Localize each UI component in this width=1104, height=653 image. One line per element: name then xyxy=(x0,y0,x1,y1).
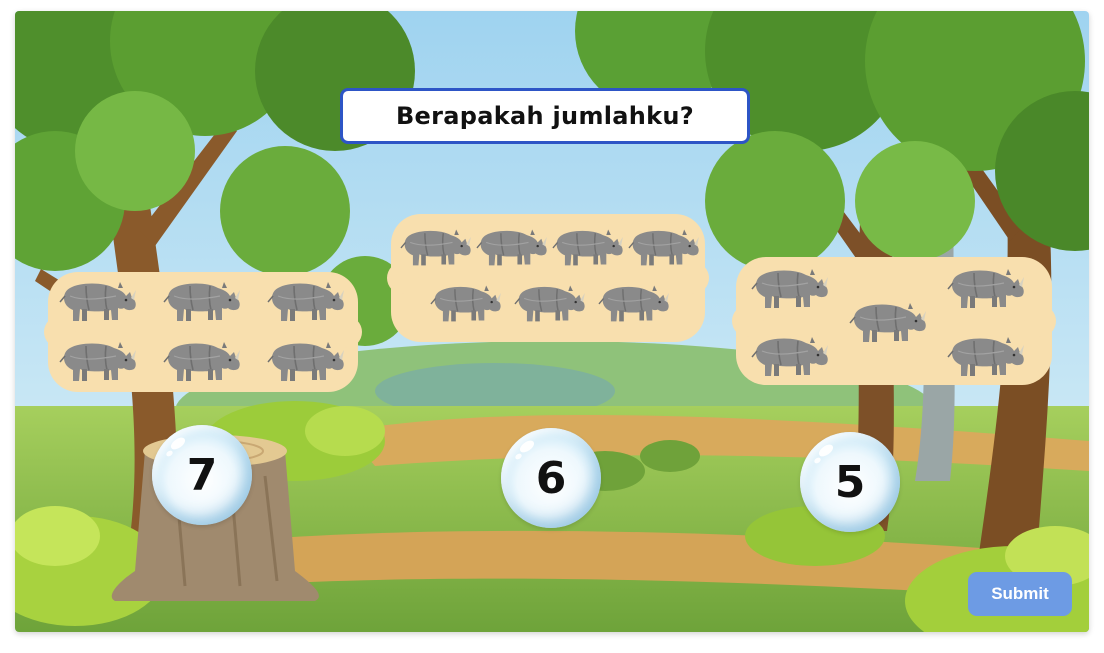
rhino-icon xyxy=(160,276,242,326)
rhino-icon xyxy=(748,331,830,381)
rhino-group-right xyxy=(732,251,1056,391)
rhino-icon xyxy=(160,336,242,386)
question-box: Berapakah jumlahku? xyxy=(340,88,750,144)
bubble-highlight xyxy=(514,452,523,461)
game-frame: Berapakah jumlahku? 7 6 5 Submit xyxy=(15,11,1089,632)
rhino-icon xyxy=(595,280,671,326)
rhino-icon xyxy=(56,336,138,386)
answer-bubble-6[interactable]: 6 xyxy=(501,428,601,528)
rhino-icon xyxy=(264,276,346,326)
bubble-highlight xyxy=(813,456,822,465)
bubble-highlight xyxy=(517,438,537,455)
answer-label: 7 xyxy=(186,449,218,501)
answer-label: 5 xyxy=(834,456,866,508)
rhino-icon xyxy=(397,224,473,270)
question-title: Berapakah jumlahku? xyxy=(395,102,695,130)
rhino-icon xyxy=(944,263,1026,313)
bubble-highlight xyxy=(816,442,836,459)
rhino-icon xyxy=(56,276,138,326)
rhino-icon xyxy=(549,224,625,270)
rhino-group-middle xyxy=(387,208,709,348)
rhino-icon xyxy=(473,224,549,270)
answer-bubble-7[interactable]: 7 xyxy=(152,425,252,525)
rhino-icon xyxy=(511,280,587,326)
answer-bubble-5[interactable]: 5 xyxy=(800,432,900,532)
submit-button[interactable]: Submit xyxy=(968,572,1072,616)
bubble-highlight xyxy=(168,435,188,452)
bubble-highlight xyxy=(165,449,174,458)
rhino-group-left xyxy=(42,266,364,398)
rhino-icon xyxy=(944,331,1026,381)
answer-label: 6 xyxy=(535,452,567,504)
rhino-icon xyxy=(264,336,346,386)
rhino-icon xyxy=(427,280,503,326)
rhino-icon xyxy=(748,263,830,313)
rhino-icon xyxy=(625,224,701,270)
rhino-icon xyxy=(846,297,928,347)
